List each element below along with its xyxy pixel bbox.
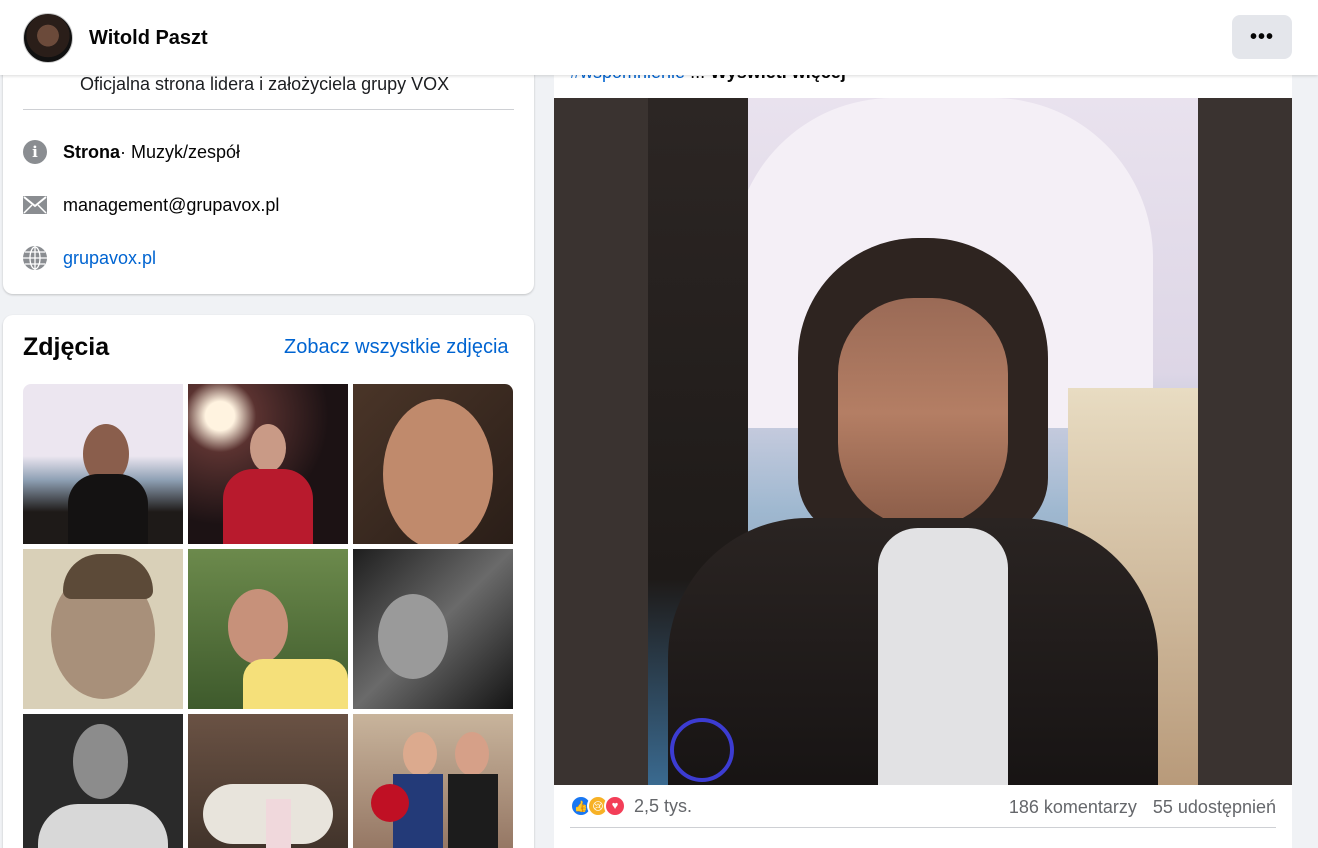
shares-count[interactable]: 55 udostępnień	[1153, 797, 1276, 818]
photos-card: Zdjęcia Zobacz wszystkie zdjęcia	[3, 315, 534, 848]
photos-title: Zdjęcia	[23, 333, 110, 361]
website-row: grupavox.pl	[23, 246, 156, 270]
intro-card: Oficjalna strona lidera i założyciela gr…	[3, 40, 534, 294]
photo-thumbnail[interactable]	[188, 714, 348, 848]
photo-thumbnail[interactable]	[353, 714, 513, 848]
engagement-counts: 186 komentarzy 55 udostępnień	[1009, 797, 1276, 818]
photo-thumbnail[interactable]	[353, 549, 513, 709]
info-icon: i	[23, 140, 47, 164]
website-link[interactable]: grupavox.pl	[63, 248, 156, 269]
post-card: #wspomnienie ... Wyświetl więcej 👍 😢 ♥ 2…	[554, 40, 1292, 848]
category-row: i Strona · Muzyk/zespół	[23, 140, 240, 164]
see-all-photos-link[interactable]: Zobacz wszystkie zdjęcia	[284, 336, 509, 359]
globe-icon	[23, 246, 47, 270]
reactions-count: 2,5 tys.	[634, 795, 693, 816]
page-header: Witold Paszt •••	[0, 0, 1318, 75]
photo-thumbnail[interactable]	[23, 549, 183, 709]
love-reaction-icon: ♥	[604, 795, 626, 817]
comments-count[interactable]: 186 komentarzy	[1009, 797, 1137, 818]
category-value: · Muzyk/zespół	[120, 141, 241, 162]
avatar[interactable]	[23, 13, 73, 63]
divider	[23, 109, 514, 110]
post-photo-image	[648, 98, 1198, 785]
photo-grid	[23, 384, 514, 848]
page-title[interactable]: Witold Paszt	[89, 27, 208, 50]
email-text[interactable]: management@grupavox.pl	[63, 195, 279, 216]
photo-thumbnail[interactable]	[23, 384, 183, 544]
photo-thumbnail[interactable]	[23, 714, 183, 848]
photo-thumbnail[interactable]	[188, 384, 348, 544]
more-options-button[interactable]: •••	[1232, 15, 1292, 59]
category-label: Strona	[63, 141, 121, 162]
email-row: management@grupavox.pl	[23, 193, 279, 217]
photo-thumbnail[interactable]	[353, 384, 513, 544]
photo-thumbnail[interactable]	[188, 549, 348, 709]
page-description: Oficjalna strona lidera i założyciela gr…	[80, 74, 450, 94]
reactions-summary[interactable]: 👍 😢 ♥ 2,5 tys.	[570, 795, 692, 817]
mail-icon	[23, 193, 47, 217]
divider	[570, 827, 1276, 828]
post-photo[interactable]	[554, 98, 1292, 785]
